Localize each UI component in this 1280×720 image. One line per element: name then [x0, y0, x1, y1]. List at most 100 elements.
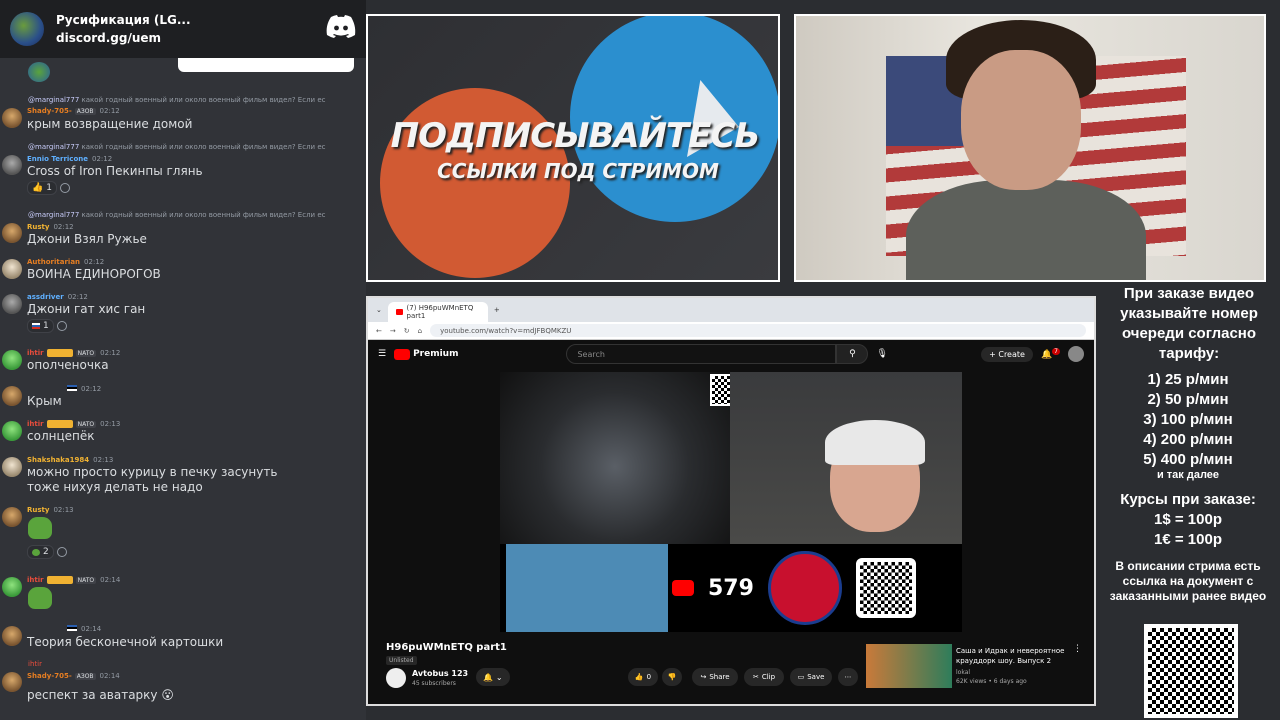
- add-reaction-icon[interactable]: [56, 321, 67, 331]
- rate-usd: 1$ = 100р: [1154, 511, 1222, 528]
- bookmark-icon: ▭: [797, 673, 805, 681]
- thumbs-up-icon: 👍: [634, 673, 644, 681]
- username[interactable]: assdriver: [27, 293, 64, 301]
- avatar[interactable]: [2, 259, 22, 279]
- account-avatar[interactable]: [1068, 346, 1084, 362]
- username[interactable]: Authoritarian: [27, 258, 80, 266]
- timestamp: 02:13: [100, 420, 121, 428]
- reload-icon[interactable]: ↻: [404, 327, 410, 335]
- message-text: крым возвращение домой: [27, 117, 193, 131]
- avatar[interactable]: [2, 108, 22, 128]
- username[interactable]: ihtir: [27, 420, 44, 428]
- username[interactable]: ihtir: [27, 349, 44, 357]
- scissors-icon: ✂: [752, 673, 759, 681]
- reaction-pill[interactable]: 2: [27, 545, 54, 559]
- recommended-title: Саша и Идрак и невероятное крауддорк шоу…: [956, 647, 1065, 665]
- avatar[interactable]: [2, 421, 22, 441]
- username[interactable]: Shady-705-: [27, 107, 72, 115]
- username[interactable]: Shady-705-: [27, 672, 72, 680]
- video-player[interactable]: 579: [500, 372, 962, 632]
- username[interactable]: Ennio Terricone: [27, 155, 88, 163]
- avatar[interactable]: [2, 626, 22, 646]
- recommended-meta: lokal 62K views • 6 days ago: [956, 669, 1027, 685]
- timestamp: 02:14: [100, 576, 121, 584]
- timestamp: 02:12: [91, 155, 113, 163]
- kebab-menu-icon[interactable]: ⋮: [1073, 644, 1082, 654]
- subscribe-headline: ПОДПИСЫВАЙТЕСЬ: [390, 116, 761, 156]
- video-cell-drone-frame: [506, 544, 668, 632]
- reaction-row: 👍 1: [27, 180, 70, 196]
- youtube-search-input[interactable]: Search: [566, 344, 837, 364]
- flag-icon: [67, 625, 77, 631]
- pepe-sticker: [28, 517, 52, 539]
- tariff-list: 1) 25 р/мин 2) 50 р/мин 3) 100 р/мин 4) …: [1143, 371, 1233, 468]
- username[interactable]: Shakshaka1984: [27, 456, 89, 464]
- reaction-pill[interactable]: 👍 1: [27, 181, 57, 195]
- pepe-icon: [32, 548, 40, 556]
- url-field[interactable]: youtube.com/watch?v=mdJFBQMKZU: [430, 324, 1086, 337]
- clip-button[interactable]: ✂ Clip: [744, 668, 784, 686]
- timestamp: 02:12: [84, 258, 105, 266]
- video-cell-sub-counter: 579: [668, 544, 962, 632]
- avatar[interactable]: [2, 457, 22, 477]
- avatar[interactable]: [2, 350, 22, 370]
- message-text: Джони гат хис ган: [27, 302, 146, 316]
- dislike-icon[interactable]: 👎: [662, 668, 682, 686]
- channel-name[interactable]: Avtobus 123: [412, 669, 468, 678]
- reaction-row: 2: [27, 544, 67, 560]
- message-text: можно просто курицу в печку засунуть: [27, 465, 278, 479]
- share-button[interactable]: ↪ Share: [692, 668, 738, 686]
- recommended-video[interactable]: Саша и Идрак и невероятное крауддорк шоу…: [866, 644, 1094, 688]
- avatar[interactable]: [2, 577, 22, 597]
- notifications-bell-icon[interactable]: 🔔 7: [1041, 348, 1060, 360]
- home-icon[interactable]: ⌂: [418, 327, 422, 335]
- avatar[interactable]: [2, 223, 22, 243]
- more-actions-icon[interactable]: ⋯: [838, 668, 858, 686]
- avatar[interactable]: [2, 294, 22, 314]
- channel-avatar[interactable]: [386, 668, 406, 688]
- youtube-logo-icon: [672, 580, 694, 596]
- forward-icon[interactable]: →: [390, 327, 396, 335]
- message-meta: 02:14: [27, 625, 101, 633]
- new-tab-icon[interactable]: +: [494, 306, 500, 314]
- discord-header: Русификация (LG... discord.gg/uem: [0, 0, 366, 58]
- username[interactable]: ihtir: [27, 576, 44, 584]
- share-icon: ↪: [700, 673, 707, 681]
- avatar[interactable]: [2, 672, 22, 692]
- reaction-count: 1: [43, 321, 49, 331]
- links-below-stream: ССЫЛКИ ПОД СТРИМОМ: [437, 159, 719, 183]
- invite-link[interactable]: discord.gg/uem: [56, 31, 191, 45]
- back-icon[interactable]: ←: [376, 327, 382, 335]
- qr-code-icon: [1144, 624, 1238, 718]
- reaction-pill[interactable]: 1: [27, 319, 54, 333]
- rank-badge: [46, 420, 73, 428]
- role-tag: АЗОВ: [74, 673, 96, 680]
- message-text: ополченочка: [27, 358, 109, 372]
- youtube-favicon-icon: [395, 309, 403, 315]
- role-tag: NATO: [75, 421, 97, 428]
- avatar[interactable]: [2, 155, 22, 175]
- username[interactable]: Rusty: [27, 506, 49, 514]
- timestamp: 02:12: [81, 385, 102, 393]
- add-reaction-icon[interactable]: [59, 183, 70, 193]
- add-reaction-icon[interactable]: [56, 547, 67, 557]
- save-button[interactable]: ▭ Save: [790, 668, 832, 686]
- youtube-logo[interactable]: Premium: [394, 348, 458, 360]
- search-icon[interactable]: ⚲: [836, 344, 869, 364]
- youtube-top-nav: ☰ Premium Search ⚲ 🎙 + Create 🔔 7: [368, 340, 1094, 368]
- subscriber-counter: 579: [708, 575, 754, 601]
- microphone-icon[interactable]: 🎙: [876, 349, 887, 359]
- create-button[interactable]: + Create: [981, 346, 1033, 362]
- subscribe-banner: ПОДПИСЫВАЙТЕСЬ ССЫЛКИ ПОД СТРИМОМ: [366, 14, 780, 282]
- avatar[interactable]: [2, 507, 22, 527]
- tab-menu-icon[interactable]: ⌄: [376, 306, 382, 314]
- browser-tab[interactable]: (7) H96puWMnETQ part1: [387, 302, 488, 322]
- reply-preview: @marginal777 какой годный военный или ок…: [28, 211, 326, 219]
- pepe-sticker: [28, 587, 52, 609]
- hamburger-menu-icon[interactable]: ☰: [378, 349, 386, 359]
- like-button[interactable]: 👍 0: [628, 668, 658, 686]
- avatar[interactable]: [2, 386, 22, 406]
- chat-search-bar[interactable]: [178, 58, 354, 72]
- username[interactable]: Rusty: [27, 223, 49, 231]
- subscribe-bell-button[interactable]: 🔔 ⌄: [476, 668, 510, 686]
